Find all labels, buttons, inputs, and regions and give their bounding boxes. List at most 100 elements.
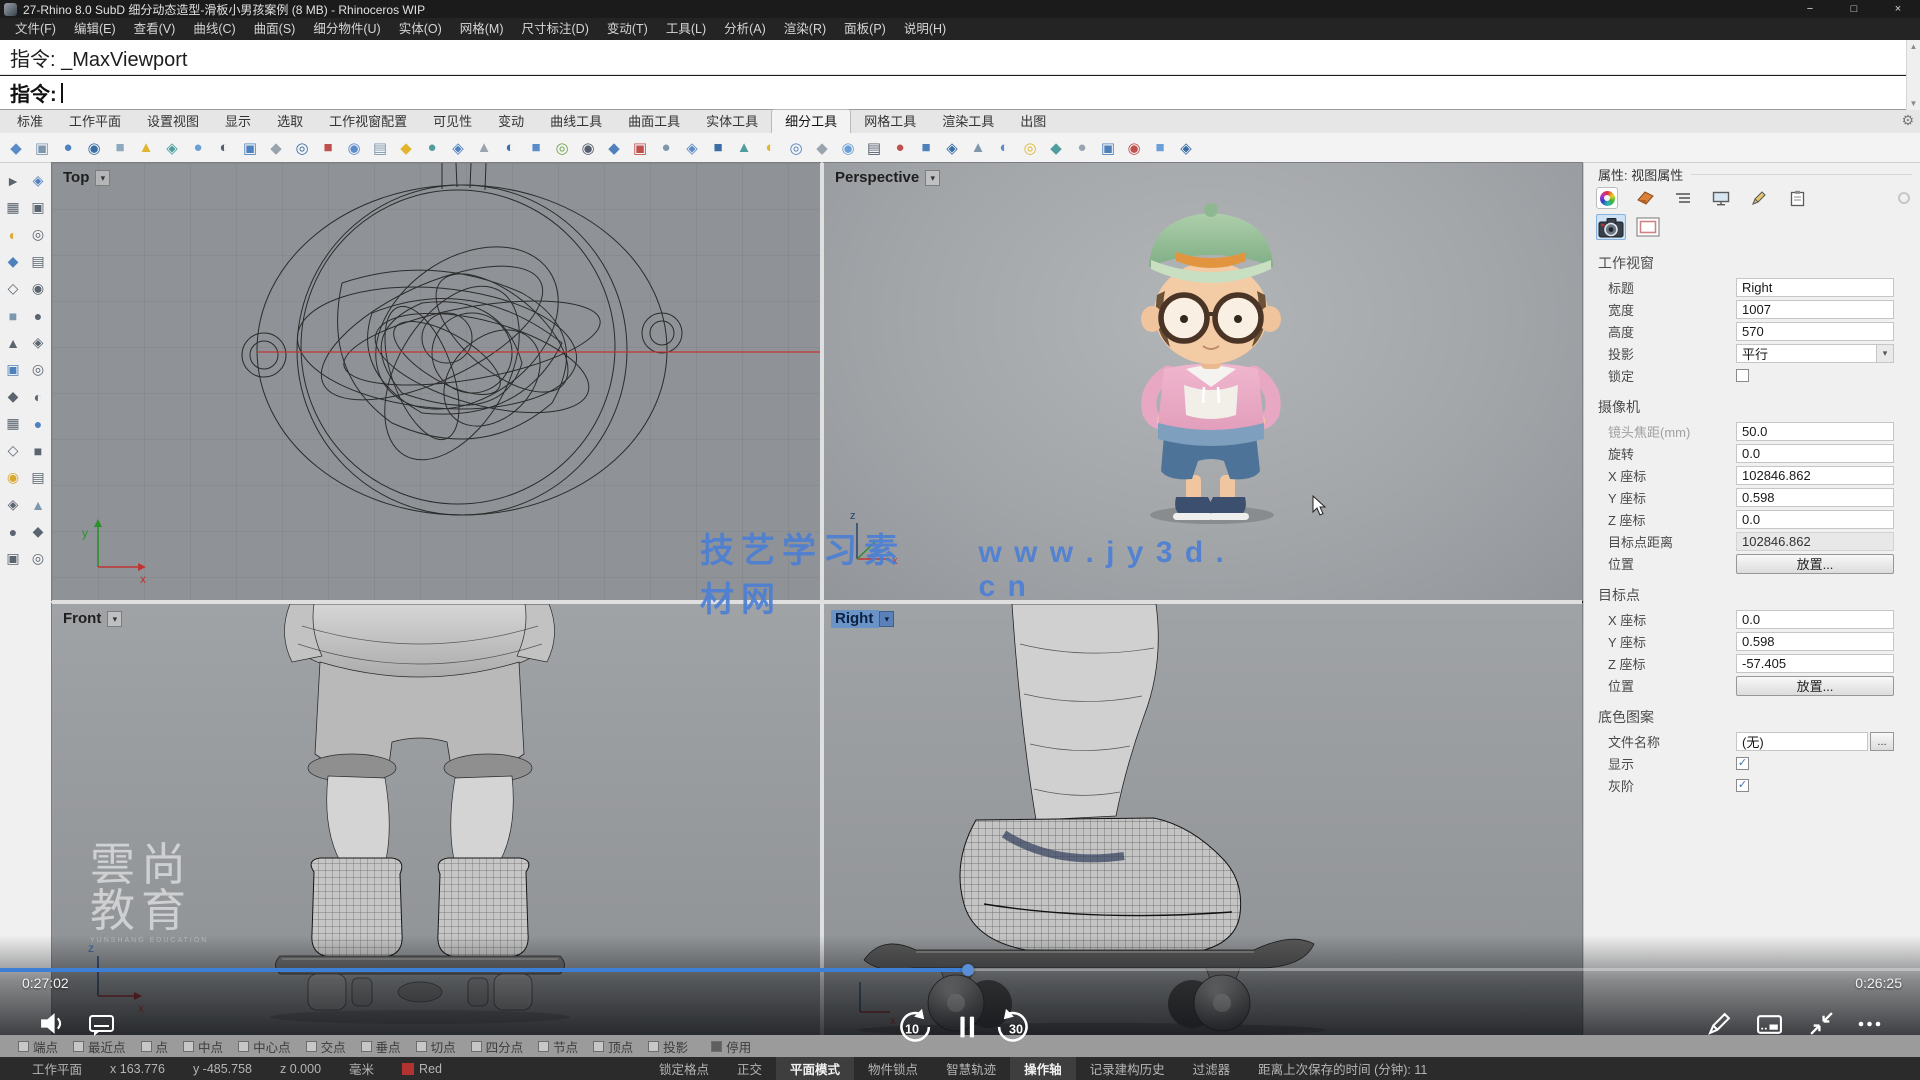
- checkbox-icon[interactable]: [361, 1041, 372, 1052]
- status-item[interactable]: 工作平面: [18, 1057, 96, 1080]
- input-field[interactable]: 0.598: [1736, 488, 1894, 507]
- toolbar-icon[interactable]: ●: [888, 136, 912, 160]
- input-field[interactable]: -57.405: [1736, 654, 1894, 673]
- minimize-button[interactable]: −: [1788, 0, 1832, 18]
- toolbar-tab[interactable]: 网格工具: [851, 110, 929, 133]
- exit-fullscreen-button[interactable]: [1808, 1010, 1835, 1037]
- menu-item[interactable]: 网格(M): [451, 18, 513, 40]
- toolbar-icon[interactable]: ▤: [368, 136, 392, 160]
- checkbox-icon[interactable]: [183, 1041, 194, 1052]
- checkbox-icon[interactable]: [538, 1041, 549, 1052]
- toolbar-icon[interactable]: ■: [914, 136, 938, 160]
- notes-tab-icon[interactable]: [1786, 187, 1808, 209]
- checkbox-icon[interactable]: [711, 1041, 722, 1052]
- menu-item[interactable]: 尺寸标注(D): [513, 18, 598, 40]
- select-field[interactable]: 平行▾: [1736, 344, 1894, 363]
- forward-30-button[interactable]: 30: [997, 1008, 1035, 1046]
- progress-playhead[interactable]: [962, 964, 974, 976]
- sidebar-icon[interactable]: ◐: [1, 221, 26, 248]
- toolbar-tab[interactable]: 可见性: [420, 110, 485, 133]
- toolbar-icon[interactable]: ◈: [1174, 136, 1198, 160]
- menu-item[interactable]: 曲线(C): [184, 18, 244, 40]
- input-field[interactable]: 1007: [1736, 300, 1894, 319]
- sidebar-icon[interactable]: ◎: [26, 356, 51, 383]
- toolbar-icon[interactable]: ■: [706, 136, 730, 160]
- osnap-toggle[interactable]: 投影: [648, 1037, 688, 1056]
- viewport-top[interactable]: y x Top ▾: [52, 163, 820, 600]
- menu-item[interactable]: 分析(A): [715, 18, 775, 40]
- toolbar-icon[interactable]: ■: [108, 136, 132, 160]
- toolbar-icon[interactable]: ◉: [1122, 136, 1146, 160]
- viewport-top-canvas[interactable]: y x: [52, 163, 820, 600]
- menu-item[interactable]: 实体(O): [390, 18, 451, 40]
- menu-item[interactable]: 查看(V): [125, 18, 185, 40]
- sidebar-icon[interactable]: ▣: [26, 194, 51, 221]
- status-item[interactable]: x 163.776: [96, 1057, 179, 1080]
- status-item[interactable]: 过滤器: [1179, 1057, 1245, 1080]
- status-item[interactable]: 记录建构历史: [1076, 1057, 1179, 1080]
- viewport-top-label[interactable]: Top ▾: [59, 169, 110, 187]
- sidebar-icon[interactable]: ◉: [26, 275, 51, 302]
- input-field[interactable]: 50.0: [1736, 422, 1894, 441]
- toolbar-icon[interactable]: ◉: [82, 136, 106, 160]
- sidebar-icon[interactable]: ■: [1, 302, 26, 329]
- material-tab-icon[interactable]: [1634, 187, 1656, 209]
- checkbox-icon[interactable]: [238, 1041, 249, 1052]
- viewport-perspective[interactable]: z x Perspective ▾: [824, 163, 1582, 600]
- sidebar-icon[interactable]: ◈: [26, 167, 51, 194]
- menu-item[interactable]: 面板(P): [835, 18, 895, 40]
- checkbox-icon[interactable]: [471, 1041, 482, 1052]
- checkbox-icon[interactable]: [73, 1041, 84, 1052]
- toolbar-icon[interactable]: ◆: [4, 136, 28, 160]
- camera-icon[interactable]: [1596, 214, 1626, 240]
- viewport-splitter-horizontal[interactable]: [52, 600, 1582, 604]
- toolbar-icon[interactable]: ▣: [1096, 136, 1120, 160]
- annotate-button[interactable]: [1706, 1010, 1733, 1037]
- sidebar-icon[interactable]: ◆: [1, 248, 26, 275]
- progress-elapsed[interactable]: [0, 968, 968, 972]
- toolbar-icon[interactable]: ◆: [264, 136, 288, 160]
- osnap-disable-toggle[interactable]: 停用: [711, 1037, 751, 1056]
- osnap-toggle[interactable]: 最近点: [73, 1037, 126, 1056]
- list-tab-icon[interactable]: [1672, 187, 1694, 209]
- toolbar-tab[interactable]: 出图: [1007, 110, 1059, 133]
- command-scrollbar[interactable]: ▲▼: [1906, 40, 1920, 110]
- sidebar-icon[interactable]: ◈: [26, 329, 51, 356]
- toolbar-icon[interactable]: ◎: [784, 136, 808, 160]
- osnap-toggle[interactable]: 顶点: [593, 1037, 633, 1056]
- menu-item[interactable]: 文件(F): [6, 18, 65, 40]
- input-field[interactable]: 570: [1736, 322, 1894, 341]
- toolbar-tab[interactable]: 显示: [212, 110, 264, 133]
- toolbar-tab[interactable]: 实体工具: [693, 110, 771, 133]
- toolbar-icon[interactable]: ◎: [1018, 136, 1042, 160]
- sidebar-icon[interactable]: ◆: [26, 518, 51, 545]
- toolbar-icon[interactable]: ◈: [446, 136, 470, 160]
- status-item[interactable]: 锁定格点: [645, 1057, 723, 1080]
- sidebar-icon[interactable]: ◈: [1, 491, 26, 518]
- toolbar-icon[interactable]: ●: [1070, 136, 1094, 160]
- toolbar-icon[interactable]: ◎: [290, 136, 314, 160]
- display-tab-icon[interactable]: [1710, 187, 1732, 209]
- rewind-10-button[interactable]: 10: [893, 1008, 931, 1046]
- toolbar-tab[interactable]: 选取: [264, 110, 316, 133]
- osnap-toggle[interactable]: 中心点: [238, 1037, 291, 1056]
- viewport-perspective-canvas[interactable]: z x: [824, 163, 1582, 600]
- video-progress-bar[interactable]: [0, 968, 1920, 972]
- toolbar-icon[interactable]: ●: [654, 136, 678, 160]
- toolbar-tab[interactable]: 曲线工具: [537, 110, 615, 133]
- sidebar-icon[interactable]: ◐: [26, 383, 51, 410]
- chevron-down-icon[interactable]: ▾: [925, 170, 940, 186]
- osnap-toggle[interactable]: 交点: [306, 1037, 346, 1056]
- toolbar-icon[interactable]: ◉: [836, 136, 860, 160]
- chevron-down-icon[interactable]: ▾: [1876, 345, 1893, 362]
- place-button[interactable]: 放置...: [1736, 554, 1894, 574]
- toolbar-icon[interactable]: ▲: [732, 136, 756, 160]
- input-field[interactable]: 0.0: [1736, 444, 1894, 463]
- menu-item[interactable]: 工具(L): [657, 18, 715, 40]
- menu-item[interactable]: 曲面(S): [245, 18, 305, 40]
- toolbar-icon[interactable]: ▲: [134, 136, 158, 160]
- menu-item[interactable]: 变动(T): [598, 18, 657, 40]
- toolbar-icon[interactable]: ◆: [810, 136, 834, 160]
- status-item[interactable]: 距离上次保存的时间 (分钟): 11: [1244, 1057, 1441, 1080]
- toolbar-icon[interactable]: ●: [56, 136, 80, 160]
